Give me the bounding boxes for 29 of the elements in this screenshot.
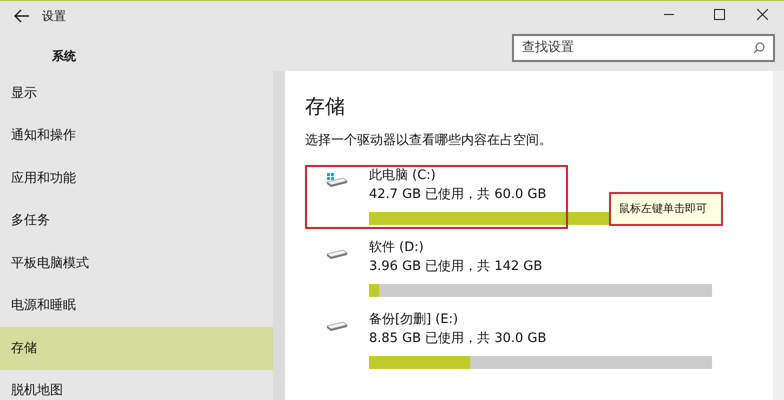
drive-usage: 3.96 GB 已使用，共 142 GB xyxy=(369,258,544,276)
sidebar-item[interactable]: 通知和操作 xyxy=(0,114,273,157)
sidebar-item[interactable]: 脱机地图 xyxy=(0,370,273,400)
search-icon xyxy=(753,42,765,54)
search-box[interactable]: 查找设置 xyxy=(512,34,775,62)
maximize-icon[interactable] xyxy=(714,9,725,20)
search-field[interactable]: 查找设置 xyxy=(522,38,753,58)
close-icon[interactable] xyxy=(757,9,768,20)
sidebar-item[interactable]: 存储 xyxy=(0,327,273,370)
scrollbar[interactable] xyxy=(773,71,784,400)
drive-icon xyxy=(325,172,349,188)
drive-name[interactable]: 备份[勿删] (E:) xyxy=(369,310,712,329)
scrollbar[interactable] xyxy=(273,71,285,400)
drive-usage: 8.85 GB 已使用，共 30.0 GB xyxy=(369,330,548,348)
back-icon[interactable] xyxy=(14,9,30,23)
drive-name[interactable]: 软件 (D:) xyxy=(369,238,712,257)
drive-usage: 42.7 GB 已使用，共 60.0 GB xyxy=(369,186,548,204)
sidebar-item[interactable]: 电源和睡眠 xyxy=(0,284,273,327)
window-title: 设置 xyxy=(42,8,66,25)
sidebar-item[interactable]: 显示 xyxy=(0,72,273,114)
page-heading: 存储 xyxy=(305,93,346,120)
page-description: 选择一个驱动器以查看哪些内容在占空间。 xyxy=(305,132,553,150)
section-title: 系统 xyxy=(52,48,77,65)
minimize-icon[interactable] xyxy=(664,14,674,16)
annotation-callout: 鼠标左键单击即可 xyxy=(609,192,723,226)
sidebar-item[interactable]: 多任务 xyxy=(0,200,273,242)
drive-name[interactable]: 此电脑 (C:) xyxy=(369,166,712,185)
sidebar-item[interactable]: 平板电脑模式 xyxy=(0,242,273,284)
sidebar-item[interactable]: 应用和功能 xyxy=(0,157,273,200)
